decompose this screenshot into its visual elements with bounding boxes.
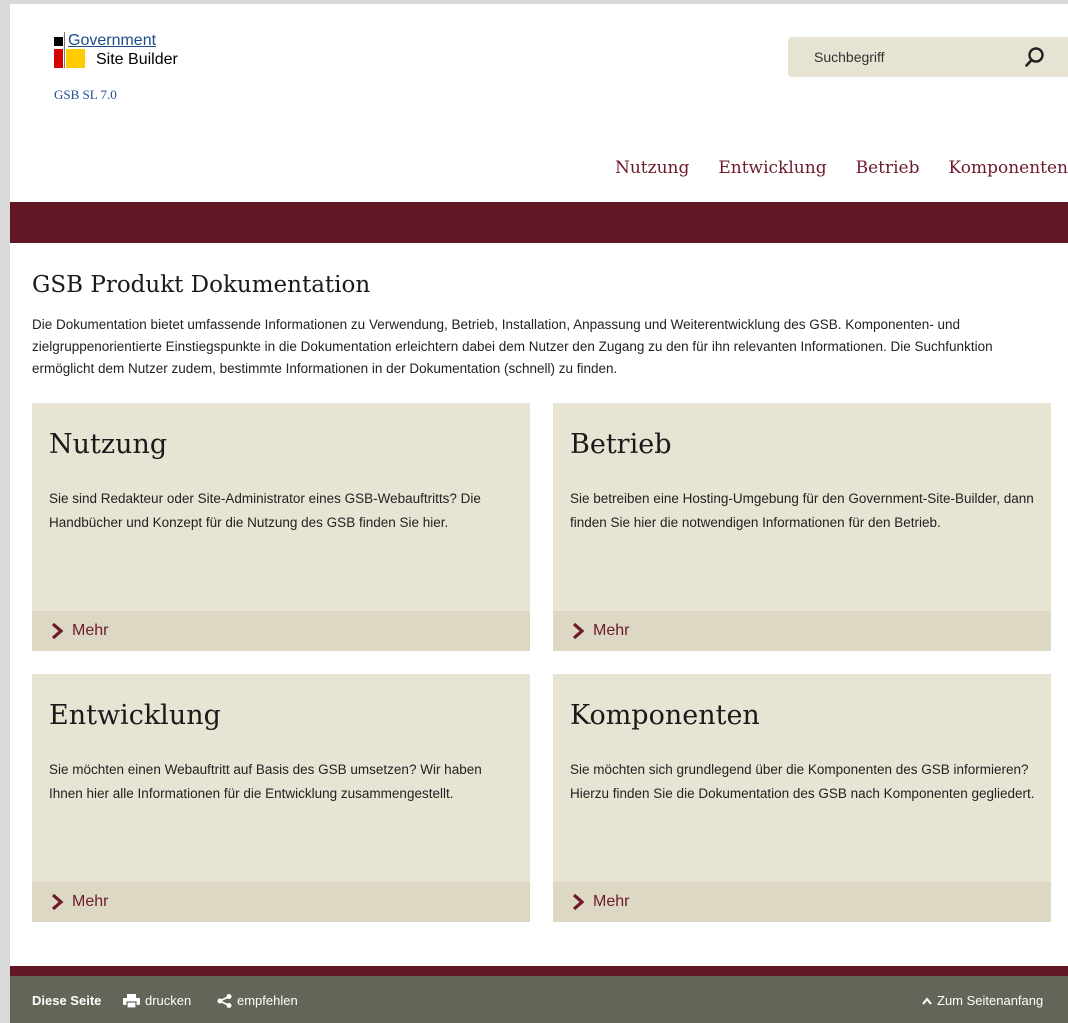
card-betrieb: Betrieb Sie betreiben eine Hosting-Umgeb… bbox=[553, 403, 1051, 651]
card-more-label: Mehr bbox=[593, 893, 630, 910]
card-title: Komponenten bbox=[570, 700, 760, 731]
card-more-link[interactable]: Mehr bbox=[571, 622, 629, 640]
nav-item-betrieb[interactable]: Betrieb bbox=[856, 158, 920, 178]
back-to-top-label: Zum Seitenanfang bbox=[937, 993, 1044, 1008]
footer-accent-line bbox=[10, 966, 1068, 976]
print-button[interactable]: drucken bbox=[123, 993, 191, 1008]
version-label: GSB SL 7.0 bbox=[54, 87, 117, 102]
search-box[interactable] bbox=[788, 37, 1068, 77]
logo-line-government: Government bbox=[68, 32, 157, 49]
logo-divider bbox=[64, 32, 65, 68]
card-more-link[interactable]: Mehr bbox=[50, 622, 108, 640]
card-more-bar: Mehr bbox=[32, 882, 530, 922]
card-title: Nutzung bbox=[49, 429, 168, 460]
logo-line-site-builder: Site Builder bbox=[96, 51, 178, 68]
nav-item-komponenten[interactable]: Komponenten bbox=[948, 158, 1068, 178]
logo-black-square bbox=[54, 37, 63, 46]
card-text: Sie möchten einen Webauftritt auf Basis … bbox=[49, 762, 482, 801]
window-frame-top bbox=[0, 0, 1068, 4]
card-title: Entwicklung bbox=[49, 700, 221, 731]
nav-item-entwicklung[interactable]: Entwicklung bbox=[718, 158, 826, 178]
search-input[interactable] bbox=[812, 48, 1006, 66]
card-more-link[interactable]: Mehr bbox=[50, 893, 108, 911]
chevron-right-icon bbox=[572, 623, 585, 639]
card-text: Sie betreiben eine Hosting-Umgebung für … bbox=[570, 491, 1034, 530]
main-navigation: Nutzung Entwicklung Betrieb Komponenten bbox=[586, 158, 1068, 178]
card-more-label: Mehr bbox=[72, 622, 109, 639]
page-footer: Diese Seite drucken empfehlen Zum Seiten… bbox=[10, 976, 1068, 1023]
card-more-link[interactable]: Mehr bbox=[571, 893, 629, 911]
chevron-right-icon bbox=[51, 623, 64, 639]
print-label: drucken bbox=[145, 993, 192, 1008]
chevron-right-icon bbox=[572, 894, 585, 910]
card-more-label: Mehr bbox=[72, 893, 109, 910]
header-banner bbox=[10, 202, 1068, 243]
card-text: Sie sind Redakteur oder Site-Administrat… bbox=[49, 491, 481, 530]
footer-label: Diese Seite bbox=[32, 993, 102, 1008]
chevron-right-icon bbox=[51, 894, 64, 910]
logo-yellow-square bbox=[66, 49, 85, 68]
card-nutzung: Nutzung Sie sind Redakteur oder Site-Adm… bbox=[32, 403, 530, 651]
card-more-bar: Mehr bbox=[32, 611, 530, 651]
card-more-bar: Mehr bbox=[553, 611, 1051, 651]
share-button[interactable]: empfehlen bbox=[217, 993, 298, 1008]
chevron-up-icon bbox=[922, 996, 932, 1005]
page-title: GSB Produkt Dokumentation bbox=[32, 272, 371, 298]
card-entwicklung: Entwicklung Sie möchten einen Webauftrit… bbox=[32, 674, 530, 922]
share-icon bbox=[217, 993, 232, 1008]
printer-icon bbox=[123, 993, 140, 1008]
card-more-bar: Mehr bbox=[553, 882, 1051, 922]
card-text: Sie möchten sich grundlegend über die Ko… bbox=[570, 762, 1035, 801]
card-komponenten: Komponenten Sie möchten sich grundlegend… bbox=[553, 674, 1051, 922]
search-icon[interactable] bbox=[1024, 46, 1046, 68]
card-title: Betrieb bbox=[570, 429, 672, 460]
nav-item-nutzung[interactable]: Nutzung bbox=[615, 158, 689, 178]
intro-text: Die Dokumentation bietet umfassende Info… bbox=[32, 317, 993, 376]
card-more-label: Mehr bbox=[593, 622, 630, 639]
logo-red-square bbox=[54, 49, 63, 68]
back-to-top-link[interactable]: Zum Seitenanfang bbox=[922, 993, 1043, 1008]
window-frame-left bbox=[0, 0, 10, 1023]
share-label: empfehlen bbox=[237, 993, 298, 1008]
